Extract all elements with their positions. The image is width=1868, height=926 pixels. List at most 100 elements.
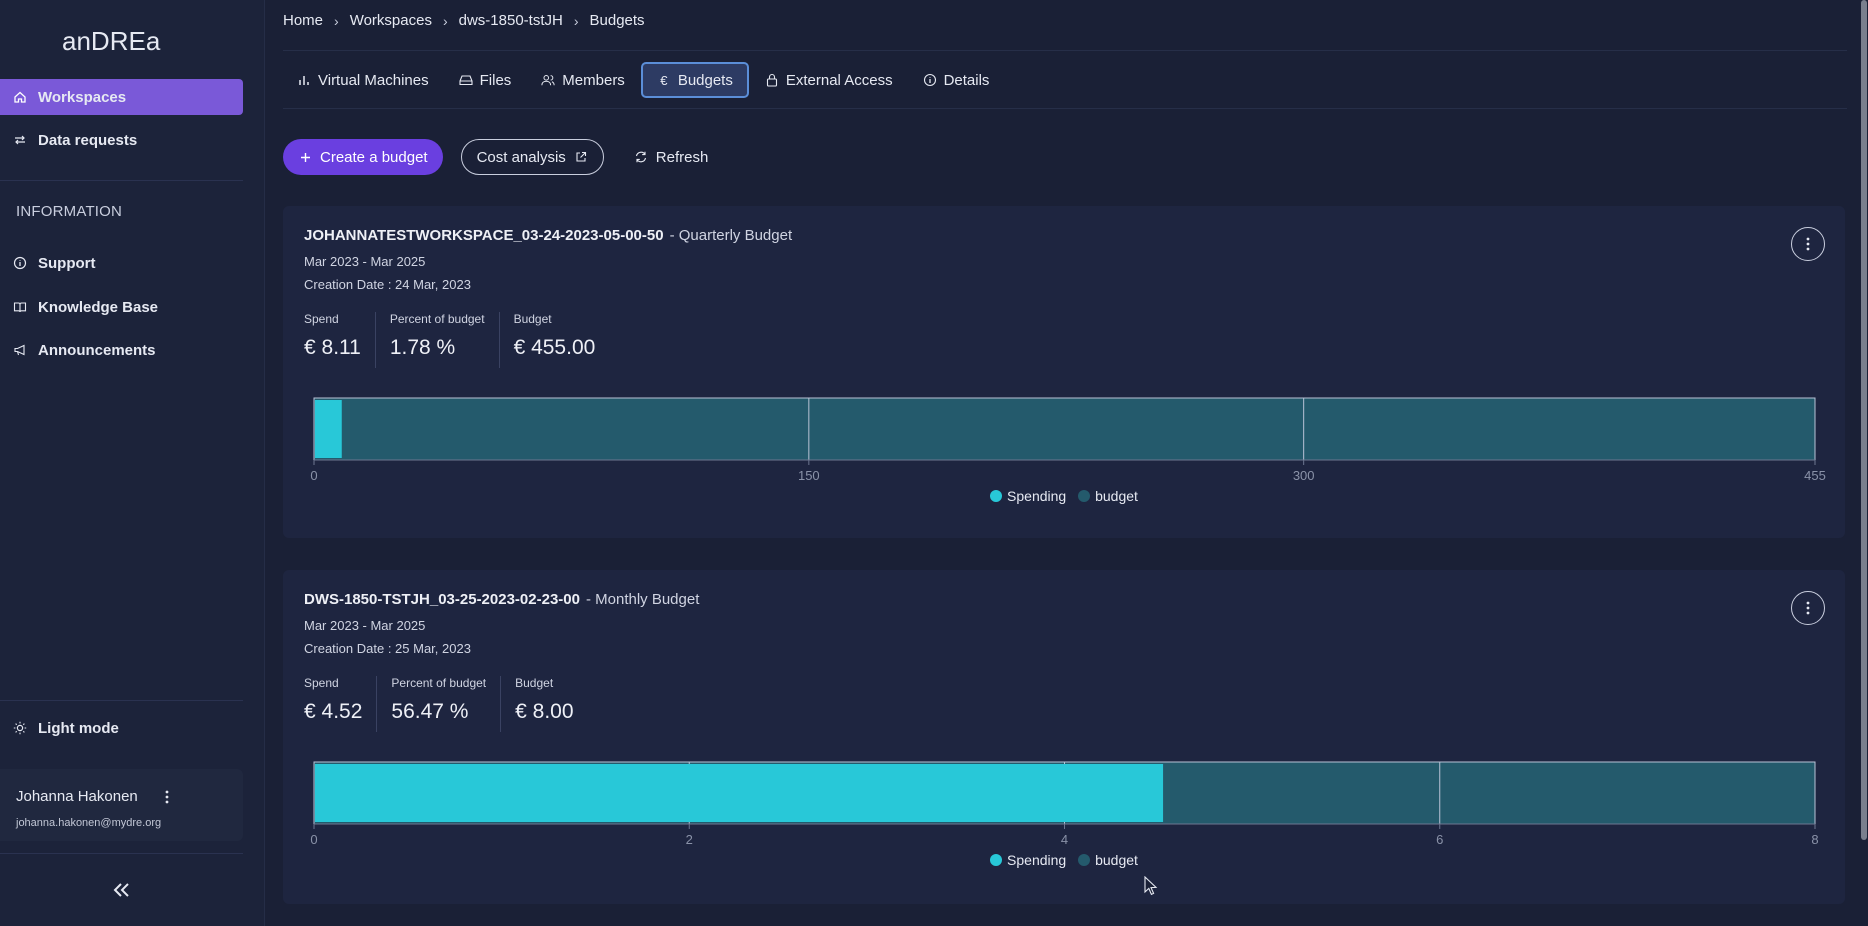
breadcrumb-workspaces[interactable]: Workspaces — [350, 12, 432, 29]
user-email: johanna.hakonen@mydre.org — [16, 817, 162, 829]
swap-icon — [12, 132, 28, 148]
drive-icon — [459, 73, 473, 87]
plus-icon — [298, 150, 312, 164]
tab-label: Files — [479, 71, 512, 89]
tab-members[interactable]: Members — [527, 62, 639, 98]
sidebar-item-support[interactable]: Support — [0, 245, 243, 281]
sidebar-item-label: Support — [38, 254, 96, 272]
budget-bar — [313, 397, 1816, 461]
chart-legend: Spending budget — [283, 488, 1845, 504]
home-icon — [12, 89, 28, 105]
budget-title: DWS-1850-TSTJH_03-25-2023-02-23-00 - Mont… — [304, 591, 699, 608]
tabs-divider — [283, 108, 1847, 109]
breadcrumb: Home › Workspaces › dws-1850-tstJH › Bud… — [283, 12, 645, 29]
spend-stat: Spend € 8.11 — [304, 312, 376, 368]
information-heading: INFORMATION — [16, 203, 123, 220]
more-options-button[interactable] — [1791, 227, 1825, 261]
megaphone-icon — [12, 342, 28, 358]
sidebar-divider — [0, 853, 243, 854]
percent-label: Percent of budget — [389, 312, 485, 326]
light-mode-toggle[interactable]: Light mode — [0, 710, 243, 746]
budget-title: JOHANNATESTWORKSPACE_03-24-2023-05-00-50… — [304, 227, 792, 244]
tab-label: Virtual Machines — [318, 71, 429, 89]
spending-bar — [315, 400, 342, 458]
tab-details[interactable]: Details — [909, 62, 1004, 98]
logo-text: anDREa — [62, 26, 161, 56]
spend-value: € 4.52 — [304, 700, 363, 723]
cost-analysis-label: Cost analysis — [476, 148, 566, 166]
tab-budgets[interactable]: € Budgets — [640, 62, 749, 98]
andrea-logo: anDREa — [62, 26, 161, 56]
chart-legend: Spending budget — [283, 852, 1845, 868]
tick-label: 300 — [1293, 468, 1315, 483]
more-options-button[interactable] — [1791, 591, 1825, 625]
budget-stat: Budget € 8.00 — [515, 676, 587, 732]
legend-label: Spending — [1007, 852, 1067, 868]
breadcrumb-workspace[interactable]: dws-1850-tstJH — [459, 12, 563, 29]
collapse-sidebar-icon[interactable] — [108, 878, 136, 902]
kebab-menu-icon — [1806, 601, 1810, 615]
budget-period: Mar 2023 - Mar 2025 — [304, 618, 426, 633]
sidebar-divider — [0, 700, 243, 701]
budget-name: JOHANNATESTWORKSPACE_03-24-2023-05-00-50 — [304, 227, 664, 244]
tick-label: 2 — [686, 832, 693, 847]
budget-stats: Spend € 4.52 Percent of budget 56.47 % B… — [304, 676, 602, 732]
tick-label: 4 — [1061, 832, 1068, 847]
tick-label: 0 — [310, 832, 317, 847]
sidebar-item-label: Workspaces — [38, 88, 127, 106]
user-name: Johanna Hakonen — [16, 788, 138, 805]
scrollbar[interactable] — [1860, 0, 1868, 926]
budget-stats: Spend € 8.11 Percent of budget 1.78 % Bu… — [304, 312, 623, 368]
create-budget-button[interactable]: Create a budget — [283, 139, 443, 175]
tab-virtual-machines[interactable]: Virtual Machines — [283, 62, 443, 98]
sidebar-item-workspaces[interactable]: Workspaces — [0, 79, 243, 115]
external-link-icon — [574, 150, 588, 164]
euro-icon: € — [660, 72, 668, 88]
percent-value: 56.47 % — [391, 700, 469, 723]
sidebar-item-knowledge-base[interactable]: Knowledge Base — [0, 289, 243, 325]
sidebar-item-label: Announcements — [38, 341, 156, 359]
budget-creation-date: Creation Date : 25 Mar, 2023 — [304, 641, 471, 656]
spend-label: Spend — [304, 676, 339, 690]
refresh-label: Refresh — [655, 148, 709, 166]
spend-label: Spend — [304, 312, 339, 326]
breadcrumb-home[interactable]: Home — [283, 12, 323, 29]
sidebar-item-announcements[interactable]: Announcements — [0, 332, 243, 368]
sidebar: anDREa Workspaces Data requests INFORMAT… — [0, 0, 265, 926]
legend-budget[interactable]: budget — [1078, 852, 1138, 868]
legend-label: budget — [1095, 488, 1138, 504]
sidebar-item-label: Data requests — [38, 131, 138, 149]
legend-spending[interactable]: Spending — [990, 488, 1066, 504]
chevron-right-icon: › — [442, 12, 448, 29]
spending-swatch — [990, 854, 1003, 866]
chevron-right-icon: › — [334, 12, 339, 29]
spend-value: € 8.11 — [304, 336, 361, 359]
cost-analysis-button[interactable]: Cost analysis — [460, 139, 604, 175]
user-card: Johanna Hakonen johanna.hakonen@mydre.or… — [0, 769, 243, 841]
kebab-menu-icon[interactable] — [160, 787, 174, 807]
percent-label: Percent of budget — [391, 676, 487, 690]
budget-type: - Quarterly Budget — [669, 227, 793, 244]
tick-label: 0 — [310, 468, 317, 483]
percent-stat: Percent of budget 1.78 % — [390, 312, 500, 368]
tab-label: Members — [562, 71, 625, 89]
refresh-button[interactable]: Refresh — [620, 139, 723, 175]
tab-external-access[interactable]: External Access — [751, 62, 907, 98]
legend-budget[interactable]: budget — [1078, 488, 1138, 504]
tab-files[interactable]: Files — [445, 62, 526, 98]
budget-swatch — [1078, 490, 1091, 502]
refresh-icon — [634, 150, 648, 164]
budget-card: DWS-1850-TSTJH_03-25-2023-02-23-00 - Mont… — [283, 570, 1845, 904]
tab-label: External Access — [785, 71, 893, 89]
spending-swatch — [990, 490, 1003, 502]
chevron-right-icon: › — [573, 12, 579, 29]
budget-type: - Monthly Budget — [585, 591, 700, 608]
scrollbar-thumb[interactable] — [1861, 0, 1867, 840]
legend-spending[interactable]: Spending — [990, 852, 1066, 868]
budget-swatch — [1078, 854, 1091, 866]
tab-label: Budgets — [677, 71, 733, 89]
create-budget-label: Create a budget — [320, 148, 428, 166]
book-icon — [12, 299, 28, 315]
light-mode-label: Light mode — [38, 719, 119, 737]
sidebar-item-data-requests[interactable]: Data requests — [0, 122, 243, 158]
